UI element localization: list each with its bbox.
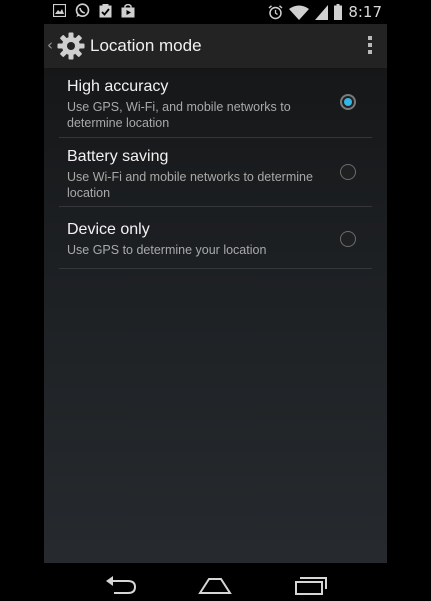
signal-icon bbox=[315, 4, 329, 20]
option-device-only[interactable]: Device only Use GPS to determine your lo… bbox=[59, 207, 372, 269]
shopping-bag-icon bbox=[121, 3, 135, 17]
location-mode-list: High accuracy Use GPS, Wi-Fi, and mobile… bbox=[44, 69, 387, 269]
option-label: Battery saving bbox=[67, 148, 169, 165]
option-battery-saving[interactable]: Battery saving Use Wi-Fi and mobile netw… bbox=[59, 138, 372, 207]
recents-icon[interactable] bbox=[293, 573, 329, 595]
overflow-menu-icon[interactable] bbox=[367, 36, 373, 56]
option-label: High accuracy bbox=[67, 78, 169, 95]
option-description: Use Wi-Fi and mobile networks to determi… bbox=[67, 170, 313, 200]
radio-button-selected[interactable] bbox=[340, 94, 356, 110]
radio-button[interactable] bbox=[340, 231, 356, 247]
settings-gear-icon[interactable] bbox=[56, 31, 86, 61]
settings-screen: ‹ Location mode High accuracy Use GPS, W… bbox=[44, 24, 387, 563]
option-description: Use GPS, Wi-Fi, and mobile networks to d… bbox=[67, 100, 291, 130]
navigation-bar bbox=[0, 563, 431, 601]
option-label: Device only bbox=[67, 221, 150, 238]
system-icons: 8:17 bbox=[268, 2, 382, 22]
back-icon[interactable] bbox=[102, 573, 138, 595]
wifi-icon bbox=[289, 5, 310, 20]
home-icon[interactable] bbox=[197, 573, 233, 595]
option-description: Use GPS to determine your location bbox=[67, 243, 267, 257]
clipboard-check-icon bbox=[99, 3, 112, 17]
radio-button[interactable] bbox=[340, 164, 356, 180]
phone-frame: 8:17 ‹ Location mode High accuracy Use G… bbox=[0, 0, 431, 601]
whatsapp-icon bbox=[75, 3, 90, 17]
action-bar: ‹ Location mode bbox=[44, 24, 387, 69]
option-high-accuracy[interactable]: High accuracy Use GPS, Wi-Fi, and mobile… bbox=[59, 69, 372, 138]
status-time: 8:17 bbox=[348, 3, 382, 21]
status-bar: 8:17 bbox=[44, 0, 387, 24]
battery-icon bbox=[334, 4, 343, 20]
up-caret-icon[interactable]: ‹ bbox=[47, 36, 53, 54]
gallery-icon bbox=[53, 4, 66, 17]
page-title: Location mode bbox=[90, 36, 202, 55]
notification-icons bbox=[53, 3, 135, 18]
alarm-icon bbox=[268, 4, 283, 19]
